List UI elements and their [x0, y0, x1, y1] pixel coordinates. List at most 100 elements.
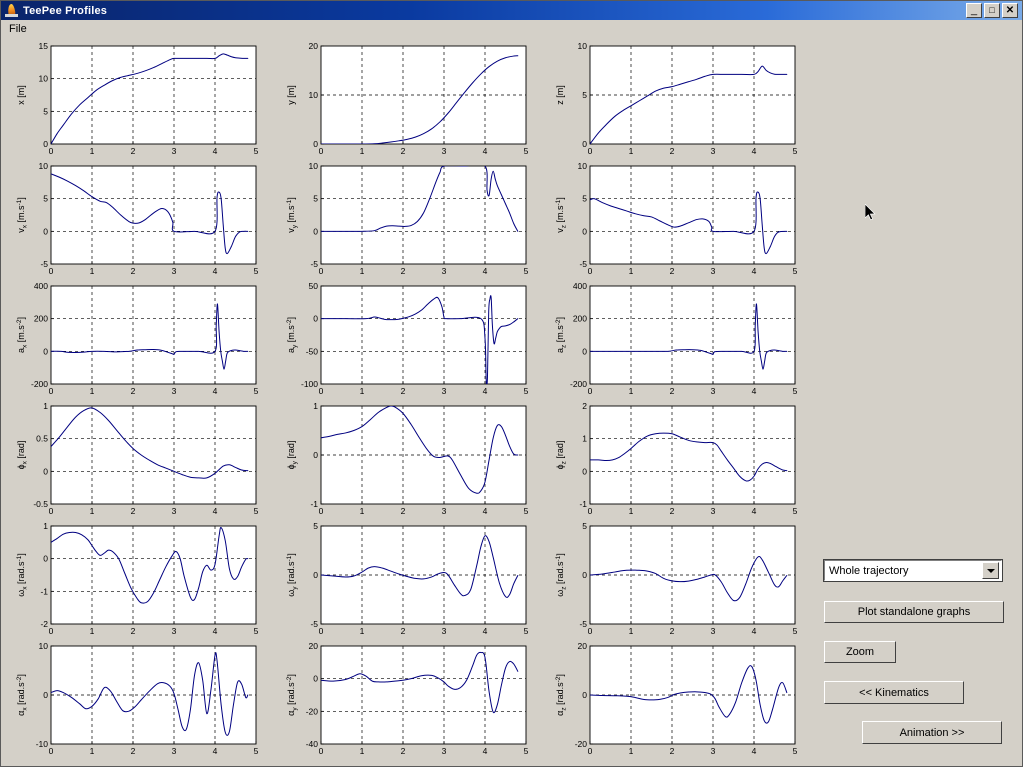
plot-alphay-angular-acceleration[interactable]: 012345-40-20020t [s]αy [rad.s-2]	[276, 637, 544, 757]
plot-ay-acceleration[interactable]: 012345-100-50050t [s]ay [m.s-2]	[276, 277, 544, 397]
plot-z-position[interactable]: 0123450510t [s]z [m]	[545, 37, 813, 157]
y-axis-label: αx [rad.s-2]	[16, 674, 29, 716]
title-bar: TeePee Profiles _ □ ✕	[1, 1, 1022, 20]
plot-standalone-graphs-button[interactable]: Plot standalone graphs	[824, 601, 1004, 623]
svg-text:az [m.s-2]: az [m.s-2]	[555, 317, 568, 353]
svg-text:0: 0	[319, 746, 324, 756]
svg-text:5: 5	[524, 146, 529, 156]
plot-canvas-phiz-angle: 012345-1012t [s]ϕz [rad]	[555, 401, 798, 516]
plot-x-position[interactable]: 012345051015t [s]x [m]	[6, 37, 274, 157]
maximize-button[interactable]: □	[984, 3, 1000, 18]
svg-text:y [m]: y [m]	[286, 85, 296, 105]
svg-text:3: 3	[172, 266, 177, 276]
svg-text:-5: -5	[579, 259, 587, 269]
svg-text:3: 3	[442, 386, 447, 396]
minimize-button[interactable]: _	[966, 3, 982, 18]
svg-text:5: 5	[524, 746, 529, 756]
svg-text:2: 2	[401, 266, 406, 276]
svg-text:5: 5	[793, 746, 798, 756]
svg-text:0: 0	[582, 690, 587, 700]
svg-text:3: 3	[172, 626, 177, 636]
plot-y-position[interactable]: 01234501020t [s]y [m]	[276, 37, 544, 157]
svg-text:vy [m.s-1]: vy [m.s-1]	[286, 197, 299, 233]
svg-text:2: 2	[670, 626, 675, 636]
plot-alphaz-angular-acceleration[interactable]: 012345-20020t [s]αz [rad.s-2]	[545, 637, 813, 757]
svg-text:2: 2	[401, 146, 406, 156]
svg-text:200: 200	[573, 314, 587, 324]
svg-text:1: 1	[43, 401, 48, 411]
close-button[interactable]: ✕	[1002, 3, 1018, 18]
plot-alphax-angular-acceleration[interactable]: 012345-10010t [s]αx [rad.s-2]	[6, 637, 274, 757]
svg-text:1: 1	[582, 434, 587, 444]
svg-text:0: 0	[43, 139, 48, 149]
plot-phiz-angle[interactable]: 012345-1012t [s]ϕz [rad]	[545, 397, 813, 517]
trajectory-select[interactable]: Whole trajectory	[823, 559, 1003, 582]
svg-text:-1: -1	[579, 499, 587, 509]
svg-text:vz [m.s-1]: vz [m.s-1]	[555, 197, 568, 233]
zoom-button[interactable]: Zoom	[824, 641, 896, 663]
svg-text:10: 10	[39, 641, 49, 651]
svg-text:0: 0	[43, 690, 48, 700]
svg-text:0: 0	[582, 570, 587, 580]
svg-text:1: 1	[360, 386, 365, 396]
svg-text:2: 2	[131, 146, 136, 156]
svg-text:20: 20	[578, 641, 588, 651]
y-axis-label: vz [m.s-1]	[555, 197, 568, 233]
plot-phix-angle[interactable]: 012345-0.500.51t [s]ϕx [rad]	[6, 397, 274, 517]
plot-ax-acceleration[interactable]: 012345-2000200400t [s]ax [m.s-2]	[6, 277, 274, 397]
svg-text:4: 4	[483, 386, 488, 396]
plot-omegay-angular-velocity[interactable]: 012345-505t [s]ωy [rad.s-1]	[276, 517, 544, 637]
y-axis-label: αy [rad.s-2]	[286, 674, 299, 716]
teepee-profiles-window: TeePee Profiles _ □ ✕ File 012345051015t…	[0, 0, 1023, 767]
plot-canvas-phiy-angle: 012345-101t [s]ϕy [rad]	[286, 401, 529, 516]
menu-item-file[interactable]: File	[1, 22, 33, 36]
svg-text:αz [rad.s-2]: αz [rad.s-2]	[555, 674, 568, 716]
svg-text:5: 5	[43, 194, 48, 204]
svg-text:ax [m.s-2]: ax [m.s-2]	[16, 317, 29, 353]
matlab-flame-icon	[4, 3, 20, 18]
svg-text:4: 4	[752, 626, 757, 636]
animation-next-button[interactable]: Animation >>	[862, 721, 1002, 744]
svg-text:-20: -20	[575, 739, 588, 749]
plot-omegaz-angular-velocity[interactable]: 012345-505t [s]ωz [rad.s-1]	[545, 517, 813, 637]
svg-text:5: 5	[313, 521, 318, 531]
svg-text:5: 5	[313, 194, 318, 204]
chevron-down-icon	[982, 562, 999, 579]
svg-text:1: 1	[360, 626, 365, 636]
plot-omegax-angular-velocity[interactable]: 012345-2-101t [s]ωx [rad.s-1]	[6, 517, 274, 637]
svg-text:ωx [rad.s-1]: ωx [rad.s-1]	[16, 553, 29, 597]
plot-canvas-omegay-angular-velocity: 012345-505t [s]ωy [rad.s-1]	[286, 521, 529, 636]
y-axis-label: ϕx [rad]	[16, 441, 29, 470]
svg-text:1: 1	[90, 506, 95, 516]
close-icon: ✕	[1005, 5, 1015, 16]
svg-text:3: 3	[711, 146, 716, 156]
svg-text:10: 10	[578, 41, 588, 51]
svg-text:-1: -1	[310, 499, 318, 509]
plot-canvas-az-acceleration: 012345-2000200400t [s]az [m.s-2]	[555, 281, 798, 396]
y-axis-label: ax [m.s-2]	[16, 317, 29, 353]
plot-vx-velocity[interactable]: 012345-50510t [s]vx [m.s-1]	[6, 157, 274, 277]
svg-text:3: 3	[711, 266, 716, 276]
svg-text:3: 3	[442, 506, 447, 516]
svg-text:4: 4	[483, 506, 488, 516]
plot-az-acceleration[interactable]: 012345-2000200400t [s]az [m.s-2]	[545, 277, 813, 397]
plot-phiy-angle[interactable]: 012345-101t [s]ϕy [rad]	[276, 397, 544, 517]
svg-text:0: 0	[582, 139, 587, 149]
svg-text:5: 5	[524, 506, 529, 516]
plot-vz-velocity[interactable]: 012345-50510t [s]vz [m.s-1]	[545, 157, 813, 277]
svg-text:1: 1	[90, 746, 95, 756]
svg-text:-0.5: -0.5	[33, 499, 48, 509]
svg-text:0: 0	[313, 226, 318, 236]
svg-text:4: 4	[752, 146, 757, 156]
svg-text:0: 0	[588, 746, 593, 756]
svg-text:2: 2	[401, 746, 406, 756]
svg-text:4: 4	[213, 386, 218, 396]
svg-text:1: 1	[313, 401, 318, 411]
svg-text:-100: -100	[301, 379, 318, 389]
plot-canvas-alphay-angular-acceleration: 012345-40-20020t [s]αy [rad.s-2]	[286, 641, 529, 756]
svg-text:0: 0	[582, 226, 587, 236]
svg-text:ay [m.s-2]: ay [m.s-2]	[286, 317, 299, 353]
svg-text:5: 5	[793, 626, 798, 636]
kinematics-back-button[interactable]: << Kinematics	[824, 681, 964, 704]
plot-vy-velocity[interactable]: 012345-50510t [s]vy [m.s-1]	[276, 157, 544, 277]
